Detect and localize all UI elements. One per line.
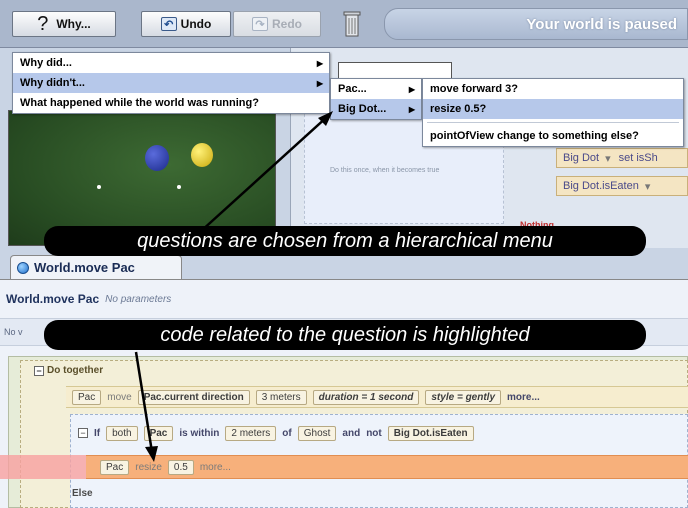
- menu-annotation-text: questions are chosen from a hierarchical…: [137, 229, 553, 252]
- code-annotation: code related to the question is highligh…: [44, 320, 646, 350]
- code-annotation-text: code related to the question is highligh…: [160, 323, 530, 346]
- code-arrow-line: [134, 351, 154, 453]
- menu-arrow-line: [199, 115, 329, 233]
- menu-annotation: questions are chosen from a hierarchical…: [44, 226, 646, 256]
- code-arrow-head: [145, 446, 158, 462]
